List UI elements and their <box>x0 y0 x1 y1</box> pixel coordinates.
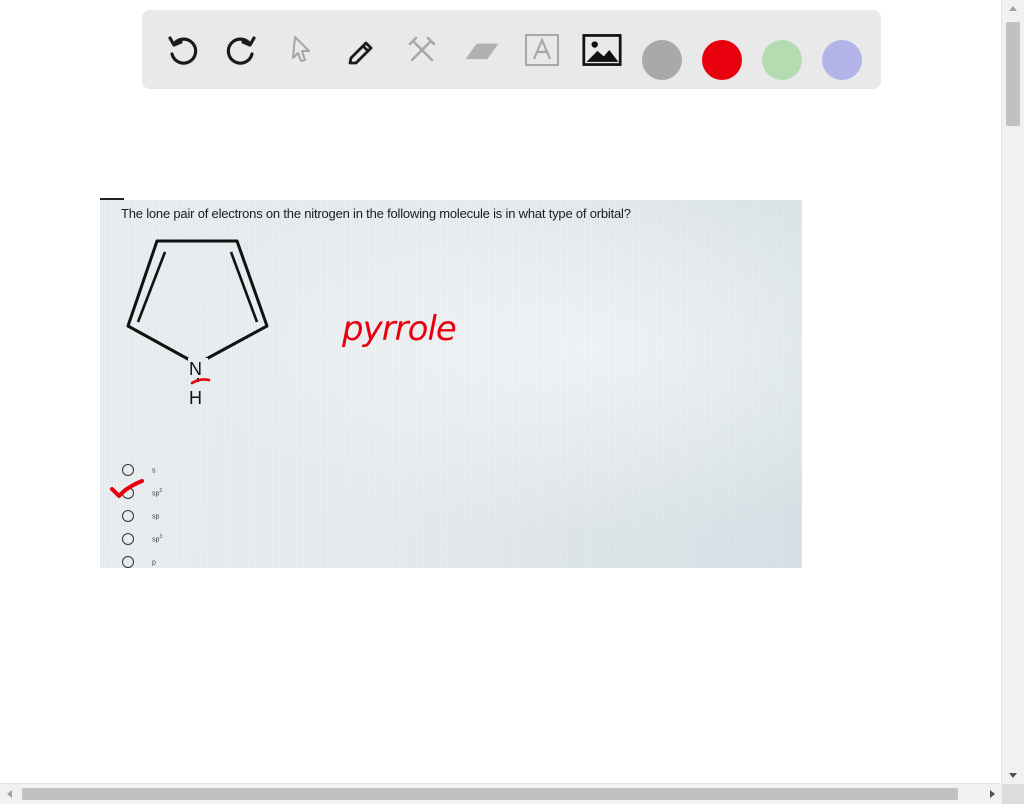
option-sp[interactable]: sp <box>122 504 162 527</box>
pyrrole-structure: N H pyrrole <box>126 239 457 408</box>
horizontal-scrollbar[interactable] <box>0 783 1002 804</box>
pointer-icon[interactable] <box>282 30 322 70</box>
eraser-icon[interactable] <box>462 30 502 70</box>
option-sp2[interactable]: sp2 <box>110 479 163 504</box>
color-swatch-gray[interactable] <box>642 40 682 80</box>
horizontal-scroll-thumb[interactable] <box>22 788 958 800</box>
option-label: p <box>152 559 156 567</box>
answer-options: s sp2 sp sp3 p <box>110 458 163 568</box>
vertical-scrollbar[interactable] <box>1001 0 1024 784</box>
question-text: The lone pair of electrons on the nitrog… <box>121 206 631 221</box>
option-p[interactable]: p <box>122 550 162 568</box>
checkmark-icon <box>110 479 144 498</box>
scroll-down-arrow-icon[interactable] <box>1009 773 1017 778</box>
radio-button[interactable] <box>122 555 134 568</box>
option-s[interactable]: s <box>122 458 162 481</box>
atom-nitrogen: N <box>189 359 202 379</box>
scrollbar-corner <box>1002 784 1024 804</box>
radio-button[interactable] <box>122 486 134 499</box>
color-swatch-purple[interactable] <box>822 40 862 80</box>
vertical-scroll-thumb[interactable] <box>1006 22 1020 126</box>
radio-button[interactable] <box>122 532 134 545</box>
image-icon[interactable] <box>582 30 622 70</box>
scroll-up-arrow-icon[interactable] <box>1009 6 1017 11</box>
pen-icon[interactable] <box>342 30 382 70</box>
drawing-toolbar <box>142 10 881 89</box>
color-swatch-red[interactable] <box>702 40 742 80</box>
redo-icon[interactable] <box>222 30 262 70</box>
option-label: sp2 <box>152 487 163 498</box>
scroll-right-arrow-icon[interactable] <box>990 790 995 798</box>
radio-button[interactable] <box>122 509 134 522</box>
handwritten-note: pyrrole <box>341 309 456 349</box>
undo-icon[interactable] <box>162 30 202 70</box>
text-icon[interactable] <box>522 30 562 70</box>
question-image[interactable]: The lone pair of electrons on the nitrog… <box>100 200 802 568</box>
option-label: s <box>152 467 156 475</box>
tools-icon[interactable] <box>402 30 442 70</box>
atom-hydrogen: H <box>189 388 202 408</box>
scroll-left-arrow-icon[interactable] <box>7 790 12 798</box>
option-label: sp3 <box>152 533 163 544</box>
option-sp3[interactable]: sp3 <box>122 527 162 550</box>
radio-button[interactable] <box>122 463 134 476</box>
option-label: sp <box>152 513 160 521</box>
color-swatch-green[interactable] <box>762 40 802 80</box>
